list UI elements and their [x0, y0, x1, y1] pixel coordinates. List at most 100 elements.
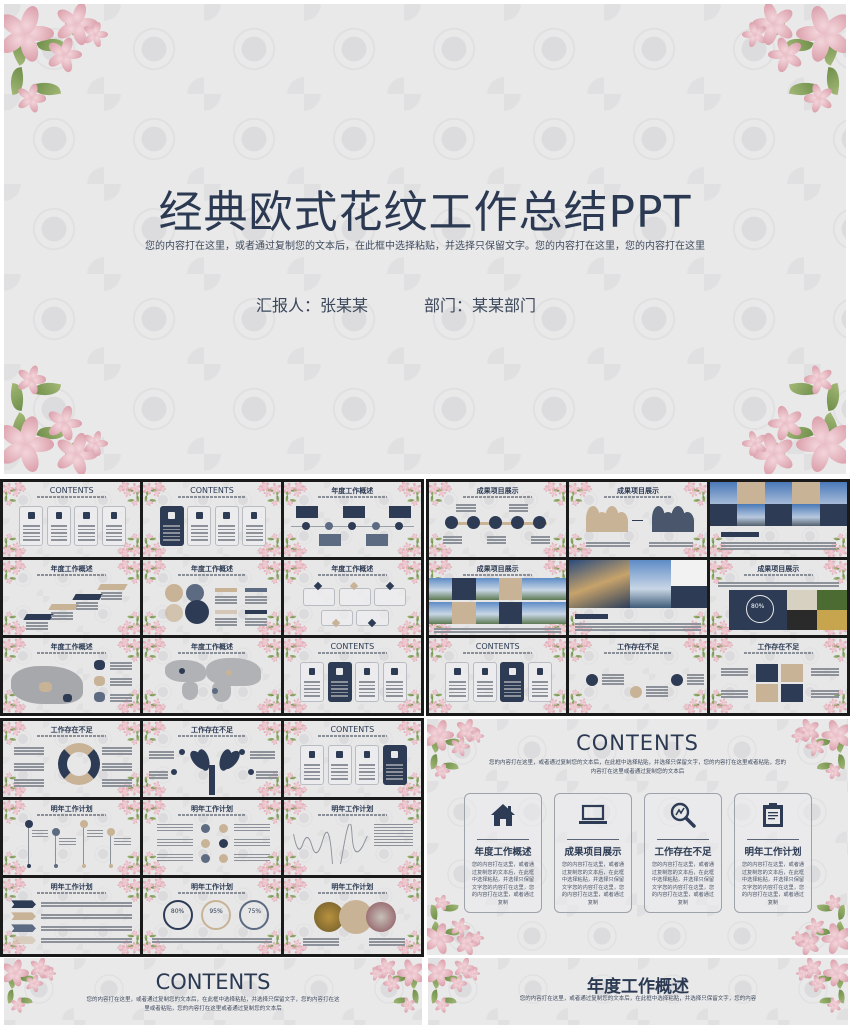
slide-thumbnail[interactable]: 明年工作计划 80% 95% 75%	[143, 878, 281, 954]
text-line	[245, 535, 263, 537]
contents-card[interactable]	[46, 506, 71, 546]
contents-card[interactable]	[159, 506, 184, 546]
slide-thumbnail[interactable]: 成果项目展示	[429, 482, 567, 557]
contents-card[interactable]	[327, 745, 352, 785]
text-line	[50, 525, 68, 527]
contents-card[interactable]	[74, 506, 99, 546]
slide-thumbnail[interactable]: 年度工作概述	[3, 638, 141, 713]
slide-thumbnail[interactable]: 成果项目展示	[569, 482, 707, 557]
quad-box	[781, 664, 804, 682]
slide-thumbnail[interactable]: 工作存在不足	[3, 721, 141, 797]
contents-card[interactable]	[355, 745, 380, 785]
text-line	[218, 525, 236, 527]
percent-ring	[162, 900, 193, 931]
line-chart	[292, 823, 368, 864]
text-line	[720, 545, 836, 547]
contents-card-3[interactable]: 工作存在不足 您的内容打在这里，或者通过复制您的文本后，在此框中选择粘贴，并选择…	[644, 793, 722, 913]
text-line	[41, 917, 133, 919]
slide-thumbnail[interactable]: 明年工作计划	[283, 878, 421, 954]
slide-thumbnail[interactable]: 工作存在不足	[709, 638, 847, 713]
text-line	[486, 539, 506, 541]
text-line	[157, 823, 193, 826]
contents-card[interactable]	[472, 662, 497, 702]
card-icon	[391, 668, 398, 675]
contents-card[interactable]	[242, 506, 267, 546]
text-line	[75, 605, 98, 607]
slide-subtitle-text	[463, 496, 532, 498]
slide-thumbnail[interactable]: 年度工作概述	[3, 560, 141, 635]
card-icon	[454, 668, 461, 675]
slide-subtitle-text	[177, 735, 247, 737]
contents-card-1[interactable]: 年度工作概述 您的内容打在这里，或者通过复制您的文本后，在此框中选择粘贴，并选择…	[464, 793, 542, 913]
arrow-tag	[11, 900, 36, 909]
text-line	[602, 674, 625, 676]
card-label: 工作存在不足	[654, 847, 712, 858]
text-line	[449, 681, 466, 683]
slide-thumbnail[interactable]: CONTENTS	[143, 482, 281, 557]
contents-card[interactable]	[500, 662, 525, 702]
pin-line	[27, 821, 29, 866]
text-line	[214, 618, 237, 620]
text-line	[59, 843, 76, 846]
slide-subtitle-text	[743, 652, 813, 654]
slide-thumbnail[interactable]: 年度工作概述	[143, 638, 281, 713]
slide-thumbnail[interactable]: 成果项目展示 80%	[709, 560, 847, 635]
quad-box	[756, 664, 779, 682]
curve-node	[585, 674, 598, 686]
contents-card[interactable]	[327, 662, 352, 702]
contents-card[interactable]	[382, 662, 407, 702]
slide-thumbnail[interactable]: 成功案例展示	[569, 560, 707, 635]
contents-card-2[interactable]: 成果项目展示 您的内容打在这里，或者通过复制您的文本后，在此框中选择粘贴，并选择…	[554, 793, 632, 913]
slide-subtitle-text	[463, 652, 532, 654]
text-line	[31, 829, 49, 832]
slide-thumbnail[interactable]: 年度工作概述	[283, 560, 421, 635]
slide-title: CONTENTS	[330, 725, 375, 734]
contents-card-4[interactable]: 明年工作计划 您的内容打在这里，或者通过复制您的文本后，在此框中选择粘贴，并选择…	[734, 793, 812, 913]
slide-thumbnail[interactable]: 明年工作计划	[3, 799, 141, 876]
text-line	[374, 829, 413, 832]
contents-card[interactable]	[19, 506, 44, 546]
text-line	[244, 618, 267, 620]
callout-box	[389, 506, 412, 518]
slide-thumbnail[interactable]: 明年工作计划	[3, 878, 141, 954]
text-line	[41, 902, 133, 904]
slide-thumbnail[interactable]: 成果项目展示	[709, 482, 847, 557]
contents-card[interactable]	[382, 745, 407, 785]
contents-card[interactable]	[300, 662, 325, 702]
contents-card[interactable]	[214, 506, 239, 546]
text-line	[114, 840, 131, 843]
text-line	[358, 688, 376, 690]
text-line	[531, 688, 549, 690]
contents-card[interactable]	[300, 745, 325, 785]
text-line	[386, 684, 403, 686]
text-line	[331, 684, 348, 686]
slide-thumbnail[interactable]: 工作存在不足	[569, 638, 707, 713]
slide-thumbnail[interactable]: 成果项目展示	[429, 560, 567, 635]
slide-thumbnail[interactable]: 明年工作计划	[143, 799, 281, 876]
text-line	[13, 766, 45, 768]
contents-card[interactable]	[527, 662, 552, 702]
card-divider	[567, 839, 619, 840]
slide-thumbnail[interactable]: CONTENTS	[283, 721, 421, 797]
quad-box	[781, 684, 804, 702]
slide-thumbnail[interactable]: 年度工作概述	[283, 482, 421, 557]
slide-thumbnail[interactable]: 年度工作概述	[143, 560, 281, 635]
slide-thumbnail[interactable]: 工作存在不足	[143, 721, 281, 797]
slide-thumbnail[interactable]: CONTENTS	[283, 638, 421, 713]
slide-thumbnail[interactable]: 明年工作计划	[283, 799, 421, 876]
slide-thumbnail[interactable]: CONTENTS	[429, 638, 567, 713]
contents-card[interactable]	[445, 662, 470, 702]
contents-card[interactable]	[355, 662, 380, 702]
contents-card[interactable]	[101, 506, 126, 546]
text-line	[110, 678, 133, 680]
text-line	[303, 771, 321, 773]
stair-step	[72, 594, 104, 600]
text-line	[75, 608, 98, 610]
contents-card[interactable]	[187, 506, 212, 546]
text-line	[303, 764, 321, 766]
slide-thumbnail[interactable]: CONTENTS	[3, 482, 141, 557]
text-line	[331, 767, 348, 769]
slide-title: CONTENTS	[330, 642, 375, 651]
text-line	[13, 750, 45, 752]
department-label: 部门：某某部门	[424, 296, 537, 315]
